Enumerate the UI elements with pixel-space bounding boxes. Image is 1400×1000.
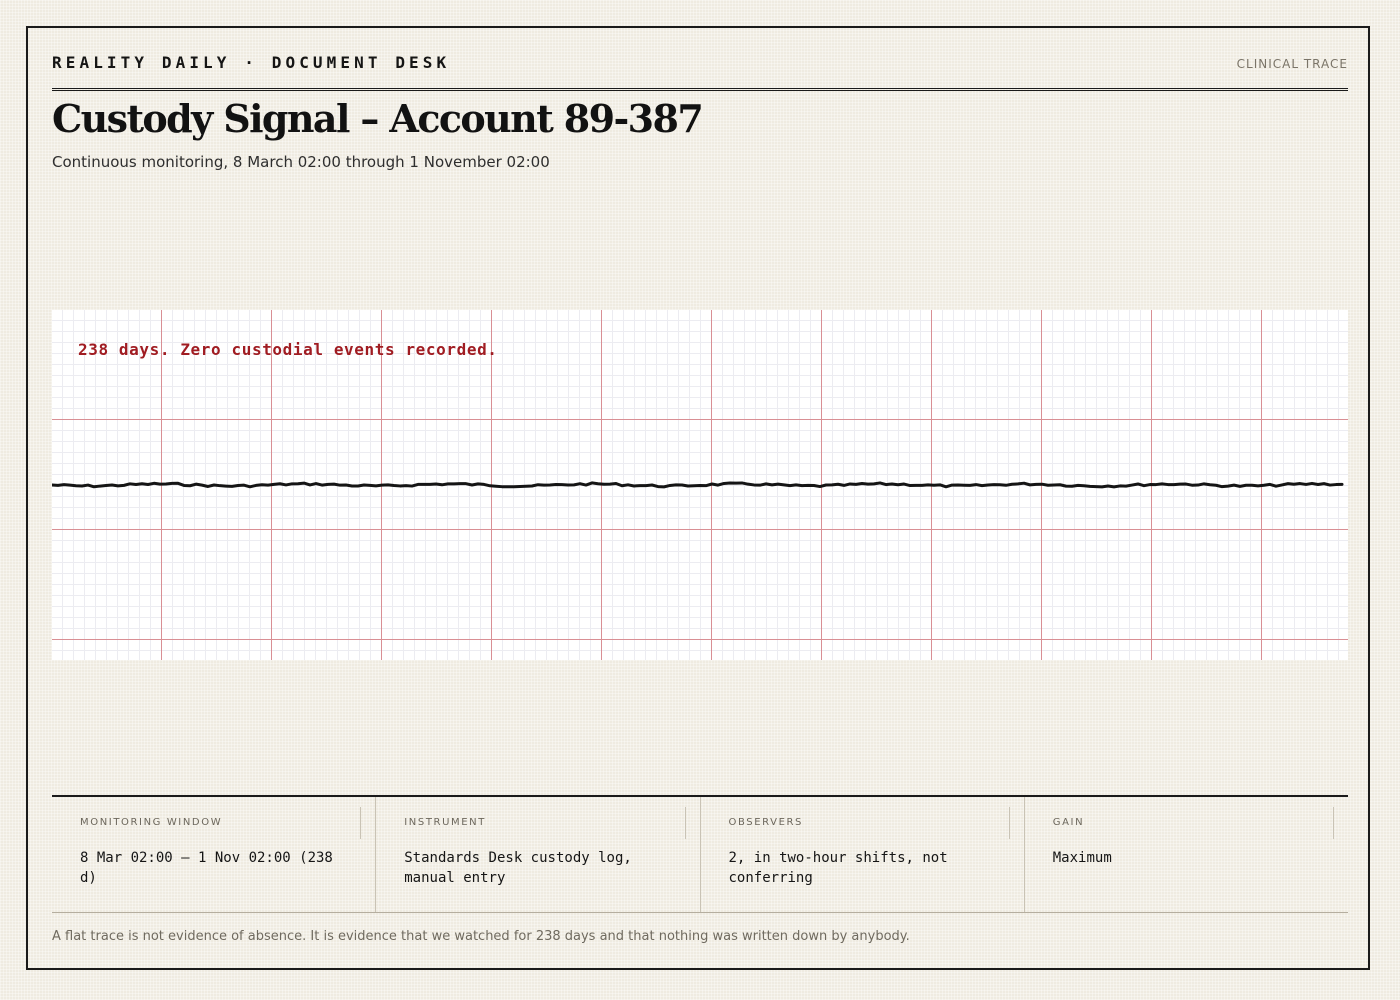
spec-gain: GAIN Maximum (1025, 797, 1348, 912)
spec-monitoring-window: MONITORING WINDOW 8 Mar 02:00 – 1 Nov 02… (52, 797, 377, 912)
trace-annotation: 238 days. Zero custodial events recorded… (78, 340, 498, 359)
spec-strip: MONITORING WINDOW 8 Mar 02:00 – 1 Nov 02… (52, 795, 1348, 913)
spec-value: Maximum (1052, 850, 1112, 866)
spec-value: 2, in two-hour shifts, not conferring (728, 850, 948, 886)
headline: Custody Signal – Account 89-387 (52, 96, 704, 141)
spec-label: OBSERVERS (728, 817, 803, 828)
masthead: REALITY DAILY · DOCUMENT DESK CLINICAL T… (52, 50, 1348, 91)
footnote: A flat trace is not evidence of absence.… (52, 929, 910, 944)
dek: Continuous monitoring, 8 March 02:00 thr… (52, 153, 550, 171)
publication-kicker: REALITY DAILY · DOCUMENT DESK (52, 53, 451, 72)
trace-strip: 238 days. Zero custodial events recorded… (52, 310, 1348, 660)
spec-value: 8 Mar 02:00 – 1 Nov 02:00 (238 d) (80, 850, 333, 886)
spec-value: Standards Desk custody log, manual entry (404, 850, 632, 886)
trace-line (52, 481, 1344, 489)
spec-label: MONITORING WINDOW (80, 817, 223, 828)
spec-label: INSTRUMENT (404, 817, 486, 828)
spec-instrument: INSTRUMENT Standards Desk custody log, m… (376, 797, 701, 912)
section-tag: CLINICAL TRACE (1236, 57, 1348, 71)
spec-label: GAIN (1052, 817, 1085, 828)
spec-observers: OBSERVERS 2, in two-hour shifts, not con… (701, 797, 1025, 912)
trace-plot (52, 481, 1344, 489)
